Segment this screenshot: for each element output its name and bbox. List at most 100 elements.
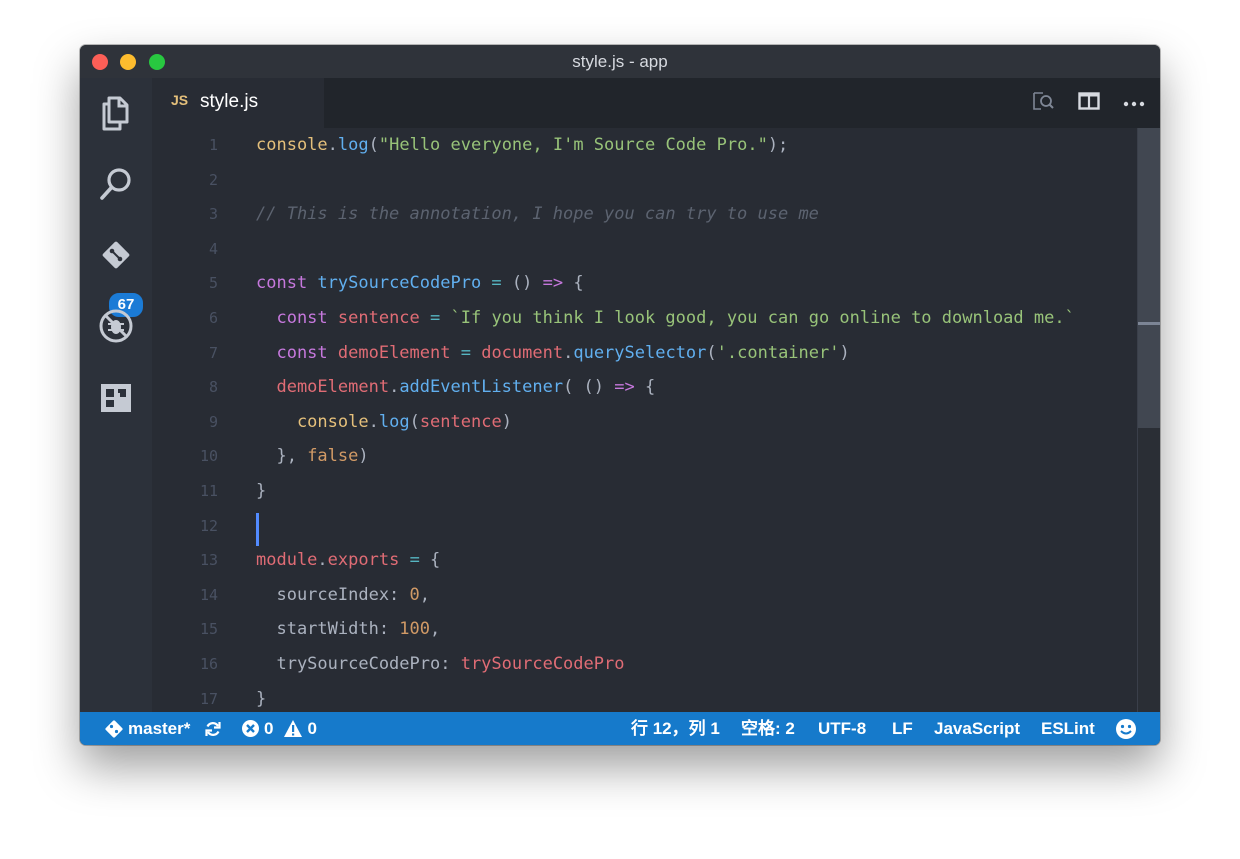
tab-style-js[interactable]: JS style.js: [152, 78, 324, 128]
problems-status[interactable]: 0 0: [241, 712, 317, 745]
code-line[interactable]: 12: [152, 509, 1138, 546]
code-token: .: [368, 411, 379, 432]
code-token: '.container': [716, 342, 840, 363]
text-cursor: [256, 512, 259, 546]
code-token: =: [450, 342, 482, 363]
line-number: 2: [208, 170, 218, 189]
debug-button[interactable]: [97, 307, 135, 345]
code-token: trySourceCodePro:: [256, 654, 461, 674]
warning-icon: [283, 719, 303, 738]
code-line[interactable]: 3 // This is the annotation, I hope you c…: [152, 197, 1138, 232]
code-token: "Hello everyone, I'm Source Code Pro.": [378, 135, 768, 155]
editor-scrollbar[interactable]: [1137, 128, 1160, 712]
explorer-button[interactable]: [97, 94, 135, 132]
line-number: 13: [199, 551, 218, 570]
code-token: // This is the annotation, I hope you ca…: [256, 204, 819, 225]
code-token: =: [481, 273, 512, 294]
eol-status[interactable]: LF: [892, 712, 913, 745]
code-token: =>: [542, 273, 564, 294]
code-token: console: [256, 411, 369, 432]
code-token: ): [358, 446, 369, 467]
code-token: const: [256, 308, 338, 328]
code-token: (: [706, 342, 717, 363]
language-mode-status[interactable]: JavaScript: [934, 712, 1020, 745]
code-text: trySourceCodePro: trySourceCodePro: [256, 647, 624, 682]
code-line[interactable]: 17}: [152, 682, 1138, 712]
code-token: trySourceCodePro: [317, 273, 482, 294]
code-token: trySourceCodePro: [460, 654, 625, 674]
eslint-status[interactable]: ESLint: [1041, 712, 1095, 745]
code-token: =: [419, 308, 451, 328]
smiley-icon: [1115, 718, 1137, 740]
scrollbar-thumb[interactable]: [1138, 128, 1160, 428]
git-branch-status[interactable]: master*: [104, 712, 190, 745]
code-line[interactable]: 1 console.log("Hello everyone, I'm Source…: [152, 128, 1138, 163]
code-token: (): [511, 273, 543, 294]
code-token: {: [563, 273, 584, 294]
code-text: const trySourceCodePro = () => {: [256, 266, 584, 301]
code-line[interactable]: 10 }, false): [152, 439, 1138, 474]
indentation-status[interactable]: 空格: 2: [741, 712, 795, 745]
code-token: querySelector: [573, 342, 707, 363]
code-text: sourceIndex: 0,: [256, 578, 430, 613]
code-line[interactable]: 2: [152, 163, 1138, 198]
line-number: 4: [208, 239, 218, 258]
line-number: 7: [208, 343, 218, 362]
code-token: ,: [430, 619, 441, 640]
line-number: 11: [199, 482, 218, 500]
code-line[interactable]: 16 trySourceCodePro: trySourceCodePro: [152, 647, 1138, 682]
code-token: }: [256, 688, 267, 709]
code-line[interactable]: 8 demoElement.addEventListener( () => {: [152, 370, 1138, 405]
code-token: const: [256, 273, 318, 294]
code-text: }, false): [256, 439, 369, 474]
code-token: .: [317, 550, 328, 571]
split-editor-icon: [1078, 91, 1100, 115]
code-line[interactable]: 7 const demoElement = document.querySele…: [152, 336, 1138, 371]
code-line[interactable]: 11}: [152, 474, 1138, 509]
code-line[interactable]: 5 const trySourceCodePro = () => {: [152, 266, 1138, 301]
app-window: style.js - app 67 JS style.js 1 console.…: [80, 45, 1160, 745]
code-line[interactable]: 15 startWidth: 100,: [152, 612, 1138, 647]
code-token: `If you think I look good, you can go on…: [450, 308, 1075, 328]
code-line[interactable]: 14 sourceIndex: 0,: [152, 578, 1138, 613]
sync-button[interactable]: [203, 712, 223, 745]
code-token: .: [389, 377, 400, 398]
extensions-button[interactable]: [97, 378, 135, 416]
code-token: .: [563, 342, 574, 363]
code-token: (: [368, 135, 379, 155]
cursor-position-status[interactable]: 行 12，列 1: [631, 712, 720, 745]
git-branch-icon: [104, 719, 124, 739]
code-token: module: [256, 550, 318, 571]
open-preview-button[interactable]: [1030, 91, 1056, 115]
code-editor[interactable]: 1 console.log("Hello everyone, I'm Source…: [152, 128, 1160, 712]
branch-name: master*: [128, 719, 191, 738]
line-number: 10: [199, 447, 218, 466]
code-line[interactable]: 4: [152, 232, 1138, 267]
code-token: addEventListener: [399, 377, 564, 398]
split-editor-button[interactable]: [1076, 91, 1102, 115]
extensions-icon: [98, 379, 134, 415]
code-token: startWidth:: [256, 619, 400, 640]
code-line[interactable]: 9 console.log(sentence): [152, 405, 1138, 440]
code-token: );: [767, 135, 789, 155]
line-number: 14: [199, 585, 218, 604]
code-line[interactable]: 6 const sentence = `If you think I look …: [152, 301, 1138, 336]
code-token: sentence: [337, 308, 420, 328]
feedback-button[interactable]: [1115, 712, 1137, 745]
more-actions-button[interactable]: [1121, 91, 1147, 115]
code-token: ): [839, 342, 850, 363]
encoding-status[interactable]: UTF-8: [818, 712, 866, 745]
source-control-button[interactable]: [97, 236, 135, 274]
line-number: 5: [208, 274, 218, 293]
scrollbar-cursor-marker: [1138, 322, 1160, 325]
code-token: sentence: [419, 411, 502, 432]
bug-icon: [98, 308, 134, 344]
code-token: false: [307, 446, 359, 467]
warning-count: 0: [307, 719, 317, 738]
js-file-icon: JS: [171, 92, 189, 108]
search-button[interactable]: [97, 165, 135, 203]
error-count: 0: [264, 719, 274, 738]
activity-bar: 67: [80, 78, 152, 712]
code-token: ( (): [563, 377, 615, 398]
code-line[interactable]: 13 module.exports = {: [152, 543, 1138, 578]
